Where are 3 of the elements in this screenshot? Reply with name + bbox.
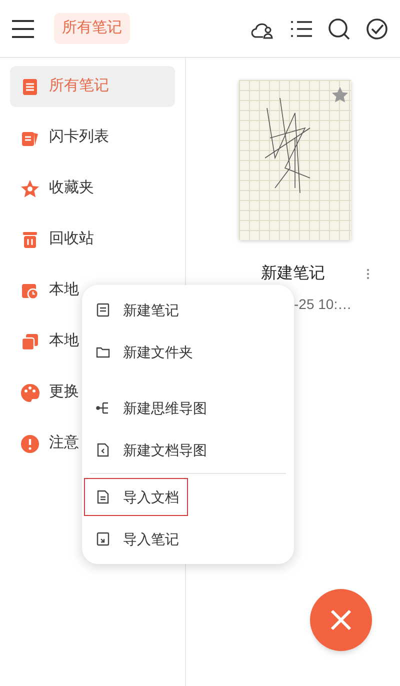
note-date: -25 10:… xyxy=(294,295,352,314)
page-title: 所有笔记 xyxy=(54,13,130,44)
note-title: 新建笔记 xyxy=(261,264,325,284)
